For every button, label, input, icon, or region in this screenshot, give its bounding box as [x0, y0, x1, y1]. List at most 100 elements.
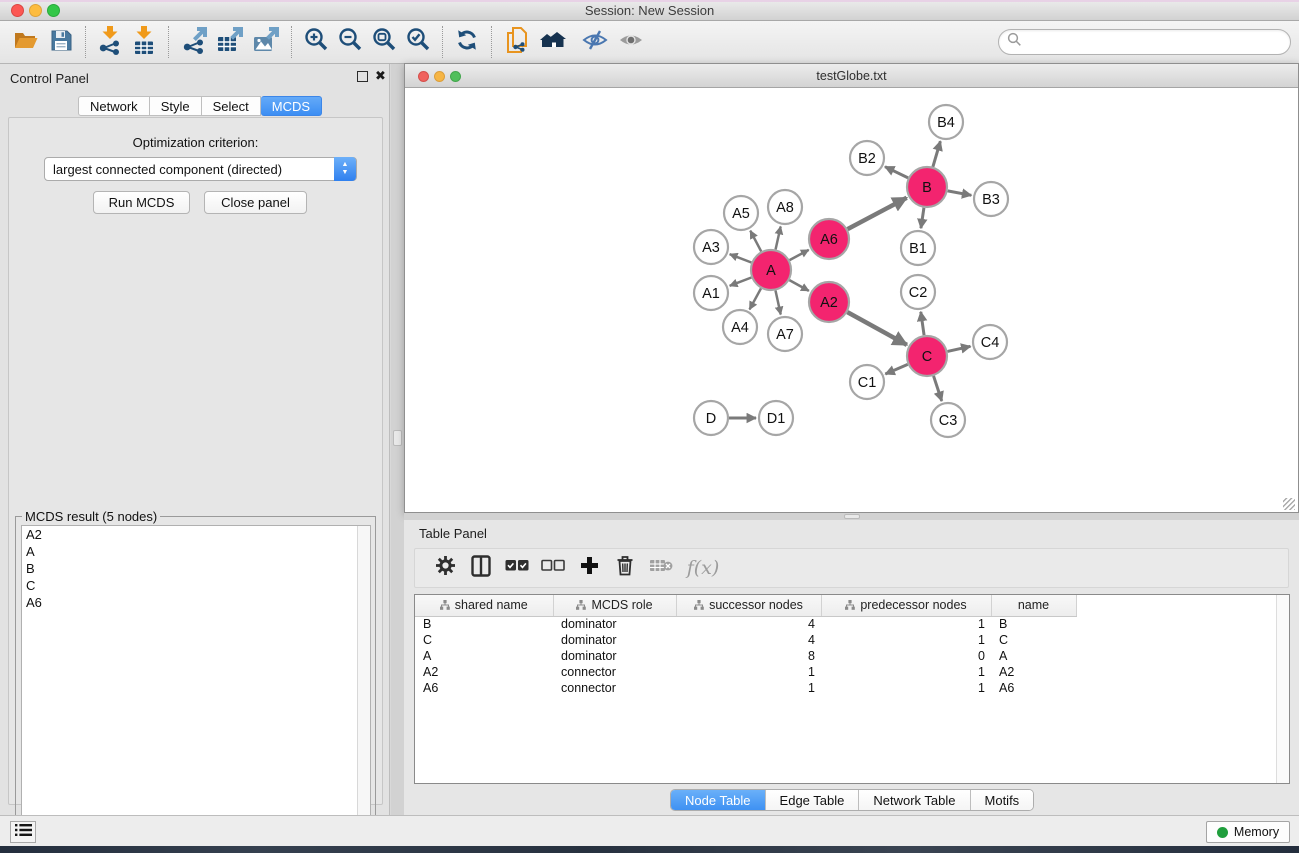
zoom-fit-button[interactable] [367, 24, 401, 60]
tab-node-table[interactable]: Node Table [671, 790, 766, 811]
node-A4[interactable]: A4 [723, 310, 757, 344]
close-panel-action-button[interactable]: Close panel [204, 191, 307, 214]
edge-A-A4[interactable] [750, 288, 761, 309]
save-session-button[interactable] [44, 24, 78, 60]
table-cell[interactable]: A6 [991, 680, 1076, 696]
table-cell[interactable]: 8 [676, 648, 821, 664]
table-scrollbar[interactable] [1276, 595, 1289, 783]
table-cell[interactable]: 4 [676, 616, 821, 632]
node-C[interactable]: C [907, 336, 947, 376]
edge-A-A5[interactable] [750, 231, 761, 252]
deselect-all-button[interactable] [535, 551, 571, 585]
select-all-button[interactable] [499, 551, 535, 585]
table-cell[interactable]: B [415, 616, 553, 632]
mcds-result-item[interactable]: C [22, 577, 370, 594]
table-cell[interactable]: 4 [676, 632, 821, 648]
criterion-dropdown[interactable]: largest connected component (directed) ▲… [44, 157, 357, 181]
float-panel-button[interactable] [357, 71, 368, 82]
table-cell[interactable]: 1 [821, 632, 991, 648]
search-input[interactable] [1022, 32, 1290, 52]
edge-A2-C[interactable] [847, 312, 906, 345]
table-cell[interactable]: 0 [821, 648, 991, 664]
zoom-in-button[interactable] [299, 24, 333, 60]
table-row[interactable]: A6connector11A6 [415, 680, 1277, 696]
first-neighbors-button[interactable] [535, 24, 577, 60]
table-cell[interactable]: A2 [991, 664, 1076, 680]
table-cell[interactable]: dominator [553, 648, 676, 664]
node-B1[interactable]: B1 [901, 231, 935, 265]
tab-network[interactable]: Network [78, 96, 150, 116]
export-image-button[interactable] [248, 24, 284, 60]
close-panel-button[interactable]: ✖ [375, 69, 386, 83]
edge-A-A6[interactable] [790, 250, 809, 260]
table-cell[interactable]: A [415, 648, 553, 664]
table-cell[interactable] [1076, 648, 1277, 664]
node-A5[interactable]: A5 [724, 196, 758, 230]
edge-B-B1[interactable] [921, 208, 924, 228]
memory-button[interactable]: Memory [1206, 821, 1290, 843]
edge-A-A3[interactable] [730, 254, 752, 262]
refresh-button[interactable] [450, 24, 484, 60]
tab-style[interactable]: Style [150, 96, 202, 116]
table-cell[interactable]: C [991, 632, 1076, 648]
edge-C-C3[interactable] [934, 376, 942, 401]
table-row[interactable]: Bdominator41B [415, 616, 1277, 632]
table-cell[interactable]: 1 [821, 616, 991, 632]
tab-select[interactable]: Select [202, 96, 261, 116]
show-panels-button[interactable] [613, 24, 649, 60]
edge-A-A8[interactable] [776, 227, 781, 250]
delete-column-button[interactable] [607, 551, 643, 585]
table-cell[interactable] [1076, 632, 1277, 648]
edge-B-B2[interactable] [885, 167, 908, 178]
zoom-out-button[interactable] [333, 24, 367, 60]
node-A7[interactable]: A7 [768, 317, 802, 351]
column-header-successor-nodes[interactable]: successor nodes [676, 595, 821, 616]
column-settings-button[interactable] [427, 551, 463, 585]
table-row[interactable]: Adominator80A [415, 648, 1277, 664]
splitter-handle[interactable] [393, 430, 402, 446]
column-header-shared-name[interactable]: shared name [415, 595, 553, 616]
add-column-button[interactable] [571, 551, 607, 585]
result-list-scrollbar[interactable] [357, 526, 370, 853]
function-builder-button[interactable]: f(x) [679, 551, 727, 585]
horizontal-splitter[interactable] [404, 513, 1299, 520]
splitter-handle[interactable] [844, 514, 860, 519]
node-D1[interactable]: D1 [759, 401, 793, 435]
import-network-button[interactable] [93, 24, 127, 60]
network-canvas[interactable]: B4B2BB3A8A5A6A3B1AA1C2A2A4A7C4CC1C3DD1 [406, 89, 1297, 512]
table-cell[interactable] [1076, 680, 1277, 696]
table-cell[interactable]: connector [553, 664, 676, 680]
column-header-mcds-role[interactable]: MCDS role [553, 595, 676, 616]
node-C4[interactable]: C4 [973, 325, 1007, 359]
export-table-button[interactable] [212, 24, 248, 60]
edge-C-C1[interactable] [885, 364, 907, 374]
column-header-name[interactable]: name [991, 595, 1076, 616]
node-B[interactable]: B [907, 167, 947, 207]
table-cell[interactable]: 1 [676, 680, 821, 696]
column-header-predecessor-nodes[interactable]: predecessor nodes [821, 595, 991, 616]
table-cell[interactable]: dominator [553, 632, 676, 648]
table-cell[interactable]: B [991, 616, 1076, 632]
node-A6[interactable]: A6 [809, 219, 849, 259]
tab-motifs[interactable]: Motifs [971, 790, 1034, 811]
table-cell[interactable]: 1 [676, 664, 821, 680]
node-C3[interactable]: C3 [931, 403, 965, 437]
node-C2[interactable]: C2 [901, 275, 935, 309]
tab-mcds[interactable]: MCDS [261, 96, 322, 116]
mcds-result-list[interactable]: A2ABCA6 [21, 525, 371, 853]
resize-grip[interactable] [1283, 498, 1295, 510]
vertical-splitter[interactable] [391, 64, 404, 815]
node-B4[interactable]: B4 [929, 105, 963, 139]
edge-A-A7[interactable] [775, 291, 780, 315]
mcds-result-item[interactable]: A2 [22, 526, 370, 543]
table-cell[interactable]: C [415, 632, 553, 648]
table-cell[interactable]: 1 [821, 664, 991, 680]
task-history-button[interactable] [10, 821, 36, 843]
table-cell[interactable]: 1 [821, 680, 991, 696]
edge-A-A1[interactable] [730, 278, 752, 286]
node-B3[interactable]: B3 [974, 182, 1008, 216]
mcds-result-item[interactable]: B [22, 560, 370, 577]
table-cell[interactable]: A6 [415, 680, 553, 696]
table-cell[interactable]: connector [553, 680, 676, 696]
export-network-button[interactable] [176, 24, 212, 60]
